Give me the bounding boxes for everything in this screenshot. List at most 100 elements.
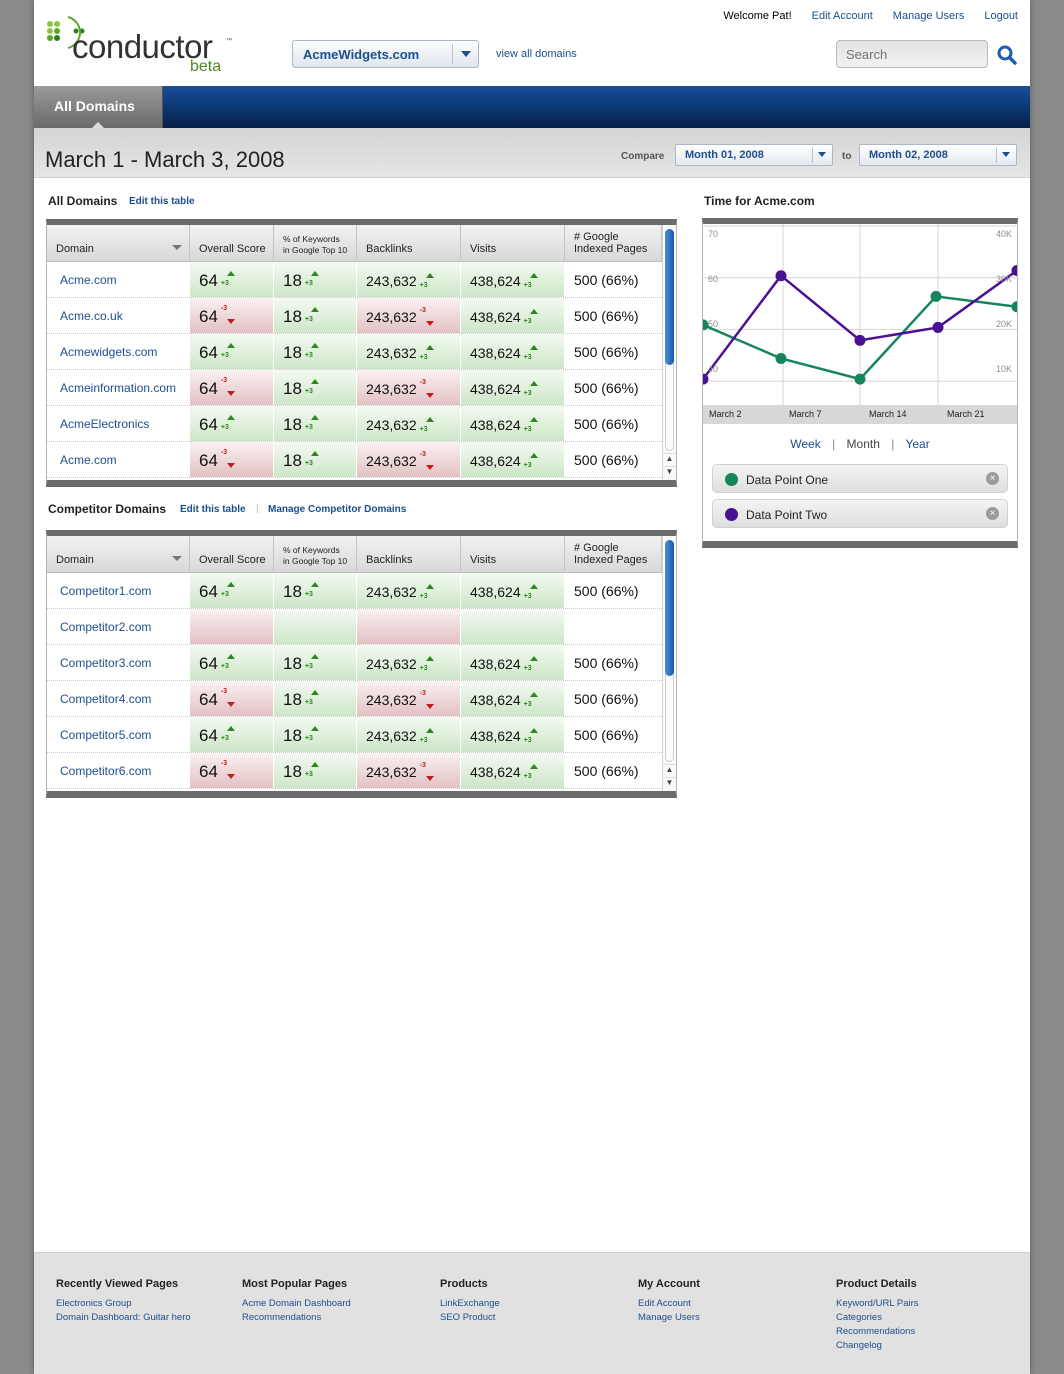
header-keywords[interactable]: % of Keywords in Google Top 10 [274,225,357,262]
footer-link[interactable]: SEO Product [440,1311,500,1325]
footer-link[interactable]: Keyword/URL Pairs [836,1297,919,1311]
data-point[interactable] [932,321,944,333]
domain-link[interactable]: Competitor4.com [60,692,151,706]
scroll-up-icon[interactable]: ▲ [663,453,676,466]
search-input[interactable] [836,40,988,68]
metric-value: 64 [199,415,218,434]
domain-link[interactable]: Acme.com [60,453,117,467]
delta-value: +3 [419,282,428,289]
header-indexed-pages[interactable]: # Google Indexed Pages [565,225,662,262]
header-backlinks[interactable]: Backlinks [357,536,461,573]
edit-competitor-table-link[interactable]: Edit this table [180,504,246,515]
metric-value: 438,624 [470,728,521,744]
search-icon[interactable] [996,44,1018,66]
chevron-down-icon[interactable] [996,147,1016,163]
chevron-down-icon[interactable] [812,147,832,163]
footer-link[interactable]: Domain Dashboard: Guitar hero [56,1311,191,1325]
cell-keywords: 18 +3 [274,753,357,788]
view-all-domains-link[interactable]: view all domains [496,48,577,60]
sort-arrow-icon[interactable] [172,245,182,250]
domain-link[interactable]: AcmeElectronics [60,417,149,431]
data-point[interactable] [1011,301,1018,313]
conductor-logo[interactable]: conductor ™ beta [46,14,246,76]
footer-link[interactable]: Acme Domain Dashboard [242,1297,351,1311]
header-visits[interactable]: Visits [461,225,565,262]
header-keywords[interactable]: % of Keywords in Google Top 10 [274,536,357,573]
delta-value: +3 [523,426,532,433]
manage-competitor-domains-link[interactable]: Manage Competitor Domains [268,504,406,515]
footer-link[interactable]: Edit Account [638,1297,700,1311]
remove-series-icon[interactable]: × [986,507,999,520]
edit-table-link[interactable]: Edit this table [129,196,195,207]
scroll-down-icon[interactable]: ▼ [663,466,676,479]
header-domain[interactable]: Domain [47,536,190,573]
edit-account-link[interactable]: Edit Account [812,10,873,22]
footer-link[interactable]: LinkExchange [440,1297,500,1311]
trend-up-icon: +3 [524,584,538,600]
metric-value-wrap: 438,624 +3 [470,381,538,397]
data-point[interactable] [930,290,942,302]
legend-item-data-point-one[interactable]: Data Point One × [712,464,1008,493]
domain-link[interactable]: Competitor6.com [60,764,151,778]
cell-indexed-pages: 500 (66%) [565,298,662,333]
data-point[interactable] [775,270,787,282]
delta-arrow [425,704,434,709]
scroll-thumb[interactable] [665,229,674,365]
metric-value: 438,624 [470,453,521,469]
table-scrollbar[interactable]: ▲ ▼ [662,225,676,480]
domain-link[interactable]: Competitor5.com [60,728,151,742]
table-scrollbar[interactable]: ▲ ▼ [662,536,676,791]
scroll-thumb[interactable] [665,540,674,676]
footer-link[interactable]: Recommendations [242,1311,351,1325]
footer-link[interactable]: Categories [836,1311,919,1325]
delta-arrow [226,774,235,779]
domain-link[interactable]: Competitor1.com [60,584,151,598]
data-point[interactable] [854,373,866,385]
header-visits[interactable]: Visits [461,536,565,573]
header-domain[interactable]: Domain [47,225,190,262]
domain-select[interactable]: AcmeWidgets.com [292,40,479,68]
legend-item-data-point-two[interactable]: Data Point Two × [712,499,1008,528]
sort-arrow-icon[interactable] [172,556,182,561]
tab-all-domains[interactable]: All Domains [34,86,163,128]
domain-link[interactable]: Competitor2.com [60,620,151,634]
domain-link[interactable]: Acme.co.uk [60,309,123,323]
footer-link[interactable]: Manage Users [638,1311,700,1325]
cell-overall-score: 64 +3 [190,262,274,297]
delta-value: +3 [304,352,313,359]
footer-link[interactable]: Changelog [836,1339,919,1353]
footer-link[interactable]: Recommendations [836,1325,919,1339]
period-month[interactable]: Month [847,437,880,451]
period-week[interactable]: Week [790,437,820,451]
chevron-down-icon[interactable] [452,44,478,64]
metric-value: 438,624 [470,345,521,361]
domain-link[interactable]: Acmewidgets.com [60,345,157,359]
metric-value-wrap: 18 +3 [283,582,319,602]
data-point[interactable] [703,373,709,385]
scroll-down-icon[interactable]: ▼ [663,777,676,790]
header-indexed-pages[interactable]: # Google Indexed Pages [565,536,662,573]
domain-link[interactable]: Acmeinformation.com [60,381,176,395]
footer-link[interactable]: Electronics Group [56,1297,191,1311]
remove-series-icon[interactable]: × [986,472,999,485]
delta-value: +3 [220,424,229,431]
scroll-up-icon[interactable]: ▲ [663,764,676,777]
header-overall-score[interactable]: Overall Score [190,225,274,262]
period-year[interactable]: Year [905,437,929,451]
domain-link[interactable]: Competitor3.com [60,656,151,670]
delta-arrow [226,726,235,731]
table-header: Domain Overall Score % of Keywords in Googl… [47,536,676,573]
header-overall-score[interactable]: Overall Score [190,536,274,573]
data-point[interactable] [854,334,866,346]
compare-to-select[interactable]: Month 02, 2008 [859,144,1017,166]
delta-arrow [310,307,319,312]
compare-from-select[interactable]: Month 01, 2008 [675,144,833,166]
cell-domain: Competitor6.com [47,753,190,788]
data-point[interactable] [775,352,787,364]
manage-users-link[interactable]: Manage Users [893,10,965,22]
logout-link[interactable]: Logout [984,10,1018,22]
header-backlinks[interactable]: Backlinks [357,225,461,262]
indexed-value: 500 (66%) [574,380,639,396]
domain-link[interactable]: Acme.com [60,273,117,287]
trend-up-icon: +3 [524,656,538,672]
